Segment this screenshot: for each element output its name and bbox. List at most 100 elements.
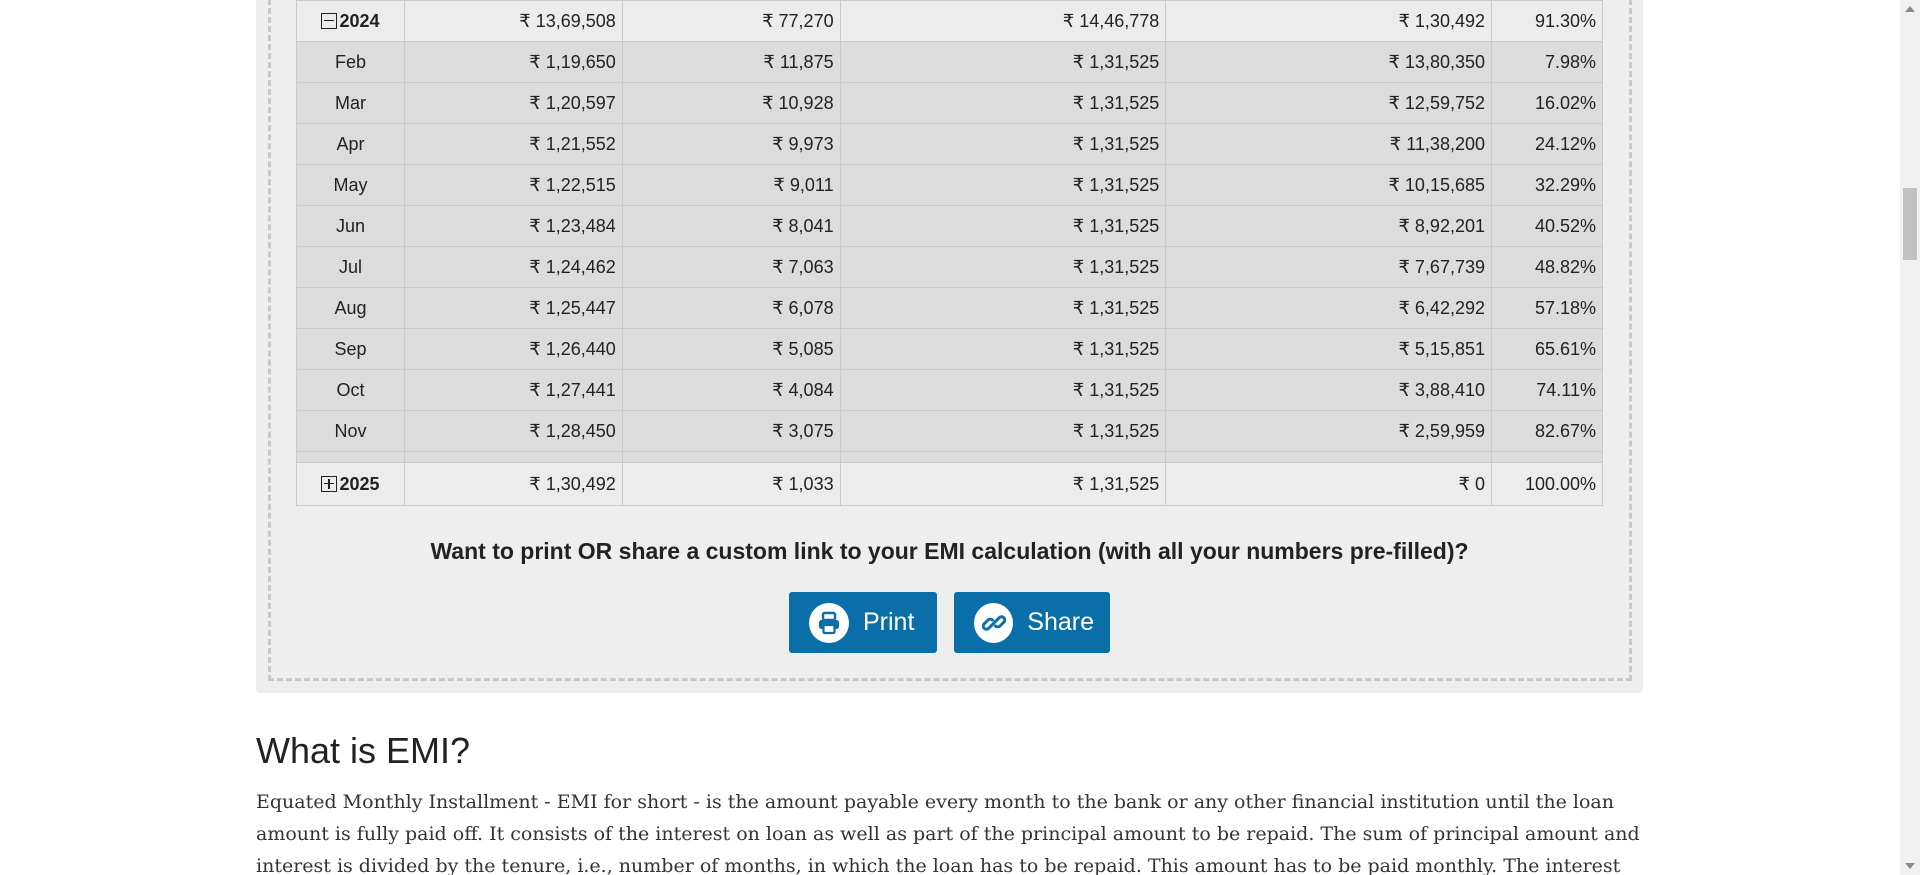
table-row: Oct ₹ 1,27,441 ₹ 4,084 ₹ 1,31,525 ₹ 3,88,410… bbox=[296, 369, 1603, 411]
month-label: May bbox=[296, 164, 405, 206]
month-principal: ₹ 1,25,447 bbox=[403, 287, 623, 329]
year-principal: ₹ 13,69,508 bbox=[403, 0, 623, 42]
scroll-up-arrow-icon[interactable] bbox=[1905, 6, 1915, 12]
month-paid-pct: 57.18% bbox=[1491, 287, 1603, 329]
spacer-cell bbox=[621, 451, 841, 463]
year-interest: ₹ 77,270 bbox=[621, 0, 841, 42]
month-balance: ₹ 12,59,752 bbox=[1165, 82, 1492, 124]
month-balance: ₹ 8,92,201 bbox=[1165, 205, 1492, 247]
month-label: Apr bbox=[296, 123, 405, 165]
month-principal: ₹ 1,22,515 bbox=[403, 164, 623, 206]
month-balance: ₹ 6,42,292 bbox=[1165, 287, 1492, 329]
collapse-icon[interactable] bbox=[321, 12, 338, 29]
month-principal: ₹ 1,27,441 bbox=[403, 369, 623, 411]
month-label: Oct bbox=[296, 369, 405, 411]
share-button[interactable]: Share bbox=[954, 592, 1110, 653]
month-paid-pct: 32.29% bbox=[1491, 164, 1603, 206]
printer-icon bbox=[809, 602, 849, 643]
year-row-2025[interactable]: 2025 ₹ 1,30,492 ₹ 1,033 ₹ 1,31,525 ₹ 0 100.00… bbox=[296, 462, 1603, 506]
month-paid-pct: 16.02% bbox=[1491, 82, 1603, 124]
scroll-down-arrow-icon[interactable] bbox=[1905, 863, 1915, 869]
month-balance: ₹ 7,67,739 bbox=[1165, 246, 1492, 288]
month-balance: ₹ 3,88,410 bbox=[1165, 369, 1492, 411]
month-label: Aug bbox=[296, 287, 405, 329]
print-button[interactable]: Print bbox=[789, 592, 937, 653]
year-toggle-2025[interactable]: 2025 bbox=[296, 462, 405, 506]
month-interest: ₹ 4,084 bbox=[621, 369, 841, 411]
spacer-cell bbox=[1491, 451, 1603, 463]
month-principal: ₹ 1,21,552 bbox=[403, 123, 623, 165]
month-interest: ₹ 11,875 bbox=[621, 41, 841, 83]
month-total-payment: ₹ 1,31,525 bbox=[839, 205, 1167, 247]
table-row: Nov ₹ 1,28,450 ₹ 3,075 ₹ 1,31,525 ₹ 2,59,959… bbox=[296, 410, 1603, 452]
print-share-prompt: Want to print OR share a custom link to … bbox=[430, 538, 1469, 564]
month-total-payment: ₹ 1,31,525 bbox=[839, 123, 1167, 165]
table-row: Sep ₹ 1,26,440 ₹ 5,085 ₹ 1,31,525 ₹ 5,15,851… bbox=[296, 328, 1603, 370]
expand-icon[interactable] bbox=[321, 475, 338, 492]
year-total-payment: ₹ 1,31,525 bbox=[839, 462, 1167, 506]
table-row: Jun ₹ 1,23,484 ₹ 8,041 ₹ 1,31,525 ₹ 8,92,201… bbox=[296, 205, 1603, 247]
month-label: Sep bbox=[296, 328, 405, 370]
table-row: Aug ₹ 1,25,447 ₹ 6,078 ₹ 1,31,525 ₹ 6,42,292… bbox=[296, 287, 1603, 329]
year-total-payment: ₹ 14,46,778 bbox=[839, 0, 1167, 42]
month-principal: ₹ 1,23,484 bbox=[403, 205, 623, 247]
table-row: Feb ₹ 1,19,650 ₹ 11,875 ₹ 1,31,525 ₹ 13,80,3… bbox=[296, 41, 1603, 83]
month-label: Mar bbox=[296, 82, 405, 124]
month-interest: ₹ 6,078 bbox=[621, 287, 841, 329]
month-total-payment: ₹ 1,31,525 bbox=[839, 328, 1167, 370]
month-paid-pct: 40.52% bbox=[1491, 205, 1603, 247]
year-interest: ₹ 1,033 bbox=[621, 462, 841, 506]
payment-schedule-table: 2024 ₹ 13,69,508 ₹ 77,270 ₹ 14,46,778 ₹ … bbox=[296, 0, 1603, 506]
month-balance: ₹ 5,15,851 bbox=[1165, 328, 1492, 370]
spacer-cell bbox=[839, 451, 1167, 463]
month-total-payment: ₹ 1,31,525 bbox=[839, 41, 1167, 83]
month-total-payment: ₹ 1,31,525 bbox=[839, 287, 1167, 329]
spacer-cell bbox=[403, 451, 623, 463]
month-interest: ₹ 5,085 bbox=[621, 328, 841, 370]
month-principal: ₹ 1,20,597 bbox=[403, 82, 623, 124]
share-label: Share bbox=[1027, 608, 1094, 636]
month-interest: ₹ 3,075 bbox=[621, 410, 841, 452]
section-heading: What is EMI? bbox=[256, 730, 471, 771]
year-label: 2025 bbox=[339, 473, 380, 494]
table-row: Mar ₹ 1,20,597 ₹ 10,928 ₹ 1,31,525 ₹ 12,59,7… bbox=[296, 82, 1603, 124]
month-total-payment: ₹ 1,31,525 bbox=[839, 164, 1167, 206]
month-total-payment: ₹ 1,31,525 bbox=[839, 82, 1167, 124]
month-label: Nov bbox=[296, 410, 405, 452]
month-total-payment: ₹ 1,31,525 bbox=[839, 246, 1167, 288]
print-label: Print bbox=[863, 608, 915, 636]
month-total-payment: ₹ 1,31,525 bbox=[839, 410, 1167, 452]
table-row: Apr ₹ 1,21,552 ₹ 9,973 ₹ 1,31,525 ₹ 11,38,20… bbox=[296, 123, 1603, 165]
month-label: Feb bbox=[296, 41, 405, 83]
month-interest: ₹ 8,041 bbox=[621, 205, 841, 247]
table-spacer-row bbox=[296, 451, 1603, 463]
month-interest: ₹ 9,973 bbox=[621, 123, 841, 165]
month-paid-pct: 65.61% bbox=[1491, 328, 1603, 370]
emi-description: Equated Monthly Installment - EMI for sh… bbox=[256, 791, 1640, 875]
year-principal: ₹ 1,30,492 bbox=[403, 462, 623, 506]
month-label: Jul bbox=[296, 246, 405, 288]
year-paid-pct: 91.30% bbox=[1491, 0, 1603, 42]
month-interest: ₹ 10,928 bbox=[621, 82, 841, 124]
month-balance: ₹ 2,59,959 bbox=[1165, 410, 1492, 452]
month-paid-pct: 24.12% bbox=[1491, 123, 1603, 165]
month-paid-pct: 7.98% bbox=[1491, 41, 1603, 83]
month-balance: ₹ 10,15,685 bbox=[1165, 164, 1492, 206]
year-balance: ₹ 1,30,492 bbox=[1165, 0, 1492, 42]
month-paid-pct: 82.67% bbox=[1491, 410, 1603, 452]
month-paid-pct: 74.11% bbox=[1491, 369, 1603, 411]
month-label: Jun bbox=[296, 205, 405, 247]
month-interest: ₹ 9,011 bbox=[621, 164, 841, 206]
month-balance: ₹ 11,38,200 bbox=[1165, 123, 1492, 165]
year-row-2024[interactable]: 2024 ₹ 13,69,508 ₹ 77,270 ₹ 14,46,778 ₹ … bbox=[296, 0, 1603, 42]
month-principal: ₹ 1,28,450 bbox=[403, 410, 623, 452]
scrollbar-thumb[interactable] bbox=[1903, 188, 1917, 260]
vertical-scrollbar[interactable] bbox=[1900, 0, 1920, 875]
year-toggle-2024[interactable]: 2024 bbox=[296, 0, 405, 42]
month-balance: ₹ 13,80,350 bbox=[1165, 41, 1492, 83]
month-total-payment: ₹ 1,31,525 bbox=[839, 369, 1167, 411]
link-icon bbox=[974, 602, 1014, 643]
month-interest: ₹ 7,063 bbox=[621, 246, 841, 288]
spacer-cell bbox=[296, 451, 405, 463]
year-label: 2024 bbox=[339, 10, 380, 31]
